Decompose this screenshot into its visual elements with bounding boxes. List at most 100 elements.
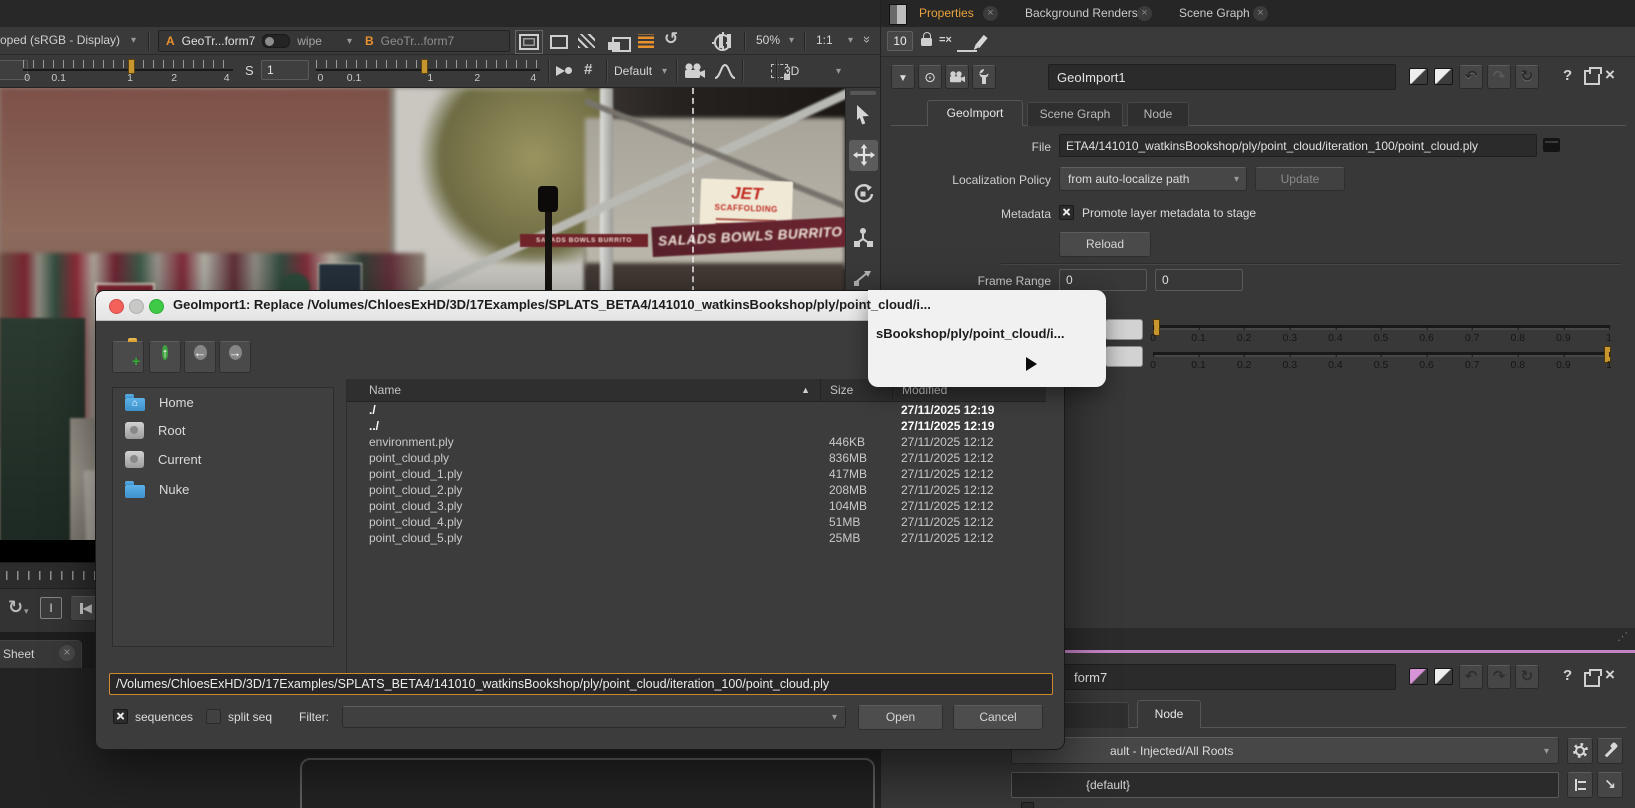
center-node-button[interactable]: ⊙ — [918, 65, 942, 89]
table-row[interactable]: point_cloud_4.ply 51MB 27/11/2025 12:12 — [347, 514, 1046, 530]
table-row[interactable]: point_cloud_3.ply 104MB 27/11/2025 12:12 — [347, 498, 1046, 514]
open-button[interactable]: Open — [858, 705, 943, 730]
help-icon[interactable]: ? — [1563, 667, 1572, 684]
skew-tool-icon[interactable] — [854, 270, 872, 286]
rotate-tool-icon[interactable] — [853, 184, 874, 205]
eyedropper-button[interactable] — [1597, 738, 1623, 764]
chevron-down-icon[interactable]: ▾ — [836, 66, 841, 77]
layers-icon[interactable] — [612, 37, 631, 52]
close-icon[interactable]: × — [983, 6, 998, 21]
frame-end-input[interactable]: 0 — [1155, 269, 1243, 291]
file-browse-icon[interactable] — [1543, 138, 1560, 152]
mask-field[interactable]: {default} — [1011, 772, 1559, 798]
revert-button[interactable]: ↻ — [1515, 665, 1539, 689]
redo-button[interactable]: ↷ — [1487, 665, 1511, 689]
tab-scene-graph[interactable]: Scene Graph — [1179, 6, 1250, 20]
sequences-checkbox[interactable] — [113, 709, 128, 724]
wrench-button[interactable] — [972, 65, 996, 89]
back-button[interactable]: ← — [184, 341, 216, 373]
wipe-toggle[interactable] — [262, 34, 290, 48]
channel-b-button[interactable] — [1434, 668, 1453, 685]
collapse-chevrons-icon[interactable]: » — [860, 36, 875, 43]
localization-policy-dropdown[interactable]: from auto-localize path ▾ — [1059, 167, 1247, 191]
pencil-icon[interactable] — [976, 35, 988, 48]
channel-b-button[interactable] — [1434, 68, 1453, 85]
input-range-button[interactable]: I — [40, 597, 62, 619]
sort-ascending-icon[interactable]: ▲ — [801, 379, 810, 401]
tab-properties[interactable]: Properties — [919, 6, 974, 20]
input-b-node[interactable]: GeoTr...form7 — [381, 34, 455, 48]
channel-a-button[interactable] — [1409, 668, 1428, 685]
node-name-field[interactable]: GeoImport1 — [1048, 64, 1396, 90]
stripes-icon[interactable] — [578, 34, 595, 48]
param-input-light[interactable] — [1105, 319, 1143, 340]
close-icon[interactable]: × — [1605, 665, 1615, 685]
chevron-down-icon[interactable]: ▾ — [789, 35, 794, 46]
settings-button[interactable] — [1567, 738, 1593, 764]
sidebar-item-root[interactable]: Root — [113, 416, 333, 445]
path-input[interactable]: /Volumes/ChloesExHD/3D/17Examples/SPLATS… — [109, 673, 1053, 695]
gain-ruler[interactable]: 0 0.1 1 2 4 — [23, 57, 233, 87]
proxy-rect-icon[interactable] — [550, 35, 568, 49]
table-row[interactable]: point_cloud_2.ply 208MB 27/11/2025 12:12 — [347, 482, 1046, 498]
partial-checkbox[interactable] — [1021, 802, 1034, 808]
forward-button[interactable]: → — [219, 341, 251, 373]
pixel-ratio-dropdown[interactable]: 1:1 — [816, 33, 833, 47]
pointer-tool-icon[interactable] — [853, 104, 873, 126]
clear-panels-icon[interactable]: =× — [939, 34, 952, 46]
frame-start-input[interactable]: 0 — [1059, 269, 1147, 291]
metadata-checkbox[interactable] — [1059, 205, 1074, 220]
channel-a-button[interactable] — [1409, 68, 1428, 85]
saturation-input[interactable]: 1 — [261, 60, 309, 80]
expand-triangle-icon[interactable] — [1026, 357, 1037, 371]
table-row[interactable]: point_cloud_5.ply 25MB 27/11/2025 12:12 — [347, 530, 1046, 546]
split-seq-checkbox[interactable] — [206, 709, 221, 724]
curve-icon[interactable] — [714, 63, 736, 79]
camera-button[interactable] — [945, 65, 969, 89]
loop-mode-icon[interactable]: ↻ — [8, 597, 23, 618]
close-icon[interactable]: × — [59, 645, 75, 661]
zoom-level-dropdown[interactable]: 50% — [756, 33, 780, 47]
undo-button[interactable]: ↶ — [1459, 665, 1483, 689]
wipe-mode-dropdown[interactable]: wipe — [297, 34, 322, 48]
up-directory-button[interactable]: ↑ — [149, 341, 181, 373]
table-row[interactable]: point_cloud_1.ply 417MB 27/11/2025 12:12 — [347, 466, 1046, 482]
revert-button[interactable]: ↻ — [1515, 65, 1539, 89]
zoom-window-light[interactable] — [149, 299, 164, 314]
pick-from-viewer-button[interactable]: ↘ — [1597, 772, 1623, 798]
chevron-down-icon[interactable]: ▾ — [848, 35, 853, 46]
close-window-light[interactable] — [109, 299, 124, 314]
scene-tree-button[interactable] — [1567, 772, 1593, 798]
scale-tool-icon[interactable] — [853, 226, 874, 247]
undo-button[interactable]: ↶ — [1459, 65, 1483, 89]
resize-grip-icon[interactable]: ⋰ — [1617, 630, 1628, 643]
scanlines-icon[interactable] — [638, 34, 654, 48]
view-dims-dropdown[interactable]: 3D — [784, 64, 799, 78]
param-input-light[interactable] — [1105, 346, 1143, 367]
close-icon[interactable]: × — [1253, 6, 1268, 21]
tab-node[interactable]: Node — [1127, 102, 1189, 126]
help-icon[interactable]: ? — [1563, 67, 1572, 84]
strip-handle[interactable] — [850, 91, 876, 95]
pane-icon[interactable] — [889, 4, 907, 25]
lock-icon[interactable] — [921, 38, 932, 46]
reload-button[interactable]: Reload — [1059, 232, 1151, 257]
format-frame-icon[interactable] — [519, 34, 539, 50]
colorspace-dropdown[interactable]: oped (sRGB - Display) — [0, 33, 120, 47]
chevron-down-icon[interactable]: ▾ — [662, 66, 667, 77]
table-row[interactable]: environment.ply 446KB 27/11/2025 12:12 — [347, 434, 1046, 450]
max-panels-input[interactable]: 10 — [887, 31, 913, 51]
tab-dope-sheet[interactable]: Sheet × — [0, 640, 82, 668]
tab-scene-graph[interactable]: Scene Graph — [1027, 102, 1123, 126]
refresh-icon[interactable]: ↺ — [664, 29, 678, 49]
input-a-node[interactable]: GeoTr...form7 — [182, 34, 256, 48]
minimize-window-light[interactable] — [129, 299, 144, 314]
redo-button[interactable]: ↷ — [1487, 65, 1511, 89]
param-slider-2[interactable]: 0 0.1 0.2 0.3 0.4 0.5 0.6 0.7 0.8 0.9 1 — [1153, 343, 1609, 371]
filter-dropdown[interactable]: ▾ — [342, 706, 846, 728]
sidebar-item-home[interactable]: ⌂ Home — [113, 388, 333, 416]
table-row[interactable]: ./ 27/11/2025 12:19 — [347, 402, 1046, 418]
chevron-down-icon[interactable]: ▾ — [347, 36, 352, 47]
table-row[interactable]: ../ 27/11/2025 12:19 — [347, 418, 1046, 434]
tab-background-renders[interactable]: Background Renders — [1025, 6, 1138, 20]
